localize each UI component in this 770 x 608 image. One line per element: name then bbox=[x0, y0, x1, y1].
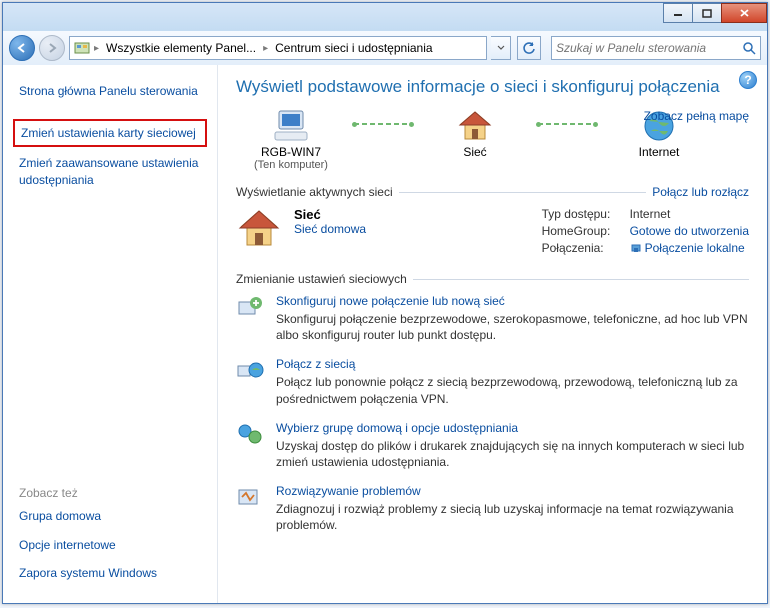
prop-homegroup-label: HomeGroup: bbox=[542, 224, 622, 238]
connect-network-icon bbox=[236, 357, 264, 406]
task-troubleshoot: Rozwiązywanie problemów Zdiagnozuj i roz… bbox=[236, 484, 749, 533]
map-network[interactable]: Sieć bbox=[420, 109, 530, 159]
nav-forward-button[interactable] bbox=[39, 35, 65, 61]
computer-icon bbox=[271, 109, 311, 143]
chevron-down-icon bbox=[497, 45, 505, 51]
task-link[interactable]: Wybierz grupę domową i opcje udostępnian… bbox=[276, 421, 749, 435]
troubleshoot-icon bbox=[236, 484, 264, 533]
prop-homegroup-link[interactable]: Gotowe do utworzenia bbox=[630, 224, 749, 238]
homegroup-icon bbox=[236, 421, 264, 470]
ethernet-icon bbox=[630, 242, 642, 254]
map-pc-sublabel: (Ten komputer) bbox=[254, 159, 328, 171]
sidebar-home-link[interactable]: Strona główna Panelu sterowania bbox=[13, 79, 207, 103]
close-button[interactable] bbox=[721, 3, 767, 23]
active-network-row: Sieć Sieć domowa Typ dostępu: Internet Ho… bbox=[236, 207, 749, 258]
map-internet-label: Internet bbox=[639, 145, 680, 159]
maximize-button[interactable] bbox=[692, 3, 722, 23]
sidebar: Strona główna Panelu sterowania Zmień us… bbox=[3, 65, 218, 603]
see-also-windows-firewall[interactable]: Zapora systemu Windows bbox=[13, 561, 207, 585]
chevron-right-icon: ▸ bbox=[94, 43, 99, 54]
network-type-link[interactable]: Sieć domowa bbox=[294, 222, 366, 236]
task-desc: Uzyskaj dostęp do plików i drukarek znaj… bbox=[276, 438, 749, 470]
connect-disconnect-link[interactable]: Połącz lub rozłącz bbox=[652, 185, 749, 199]
see-also-section: Zobacz też Grupa domowa Opcje internetow… bbox=[13, 482, 207, 589]
task-link[interactable]: Rozwiązywanie problemów bbox=[276, 484, 749, 498]
search-box[interactable] bbox=[551, 36, 761, 60]
map-connection-line bbox=[354, 109, 412, 139]
active-networks-heading: Wyświetlanie aktywnych sieci bbox=[236, 185, 393, 199]
task-link[interactable]: Skonfiguruj nowe połączenie lub nową sie… bbox=[276, 294, 749, 308]
house-icon bbox=[457, 109, 493, 143]
chevron-right-icon: ▸ bbox=[263, 43, 268, 54]
map-network-label: Sieć bbox=[463, 145, 486, 159]
sidebar-link-adapter-settings[interactable]: Zmień ustawienia karty sieciowej bbox=[13, 119, 207, 147]
change-settings-heading: Zmienianie ustawień sieciowych bbox=[236, 272, 407, 286]
refresh-button[interactable] bbox=[517, 36, 541, 60]
view-full-map-link[interactable]: Zobacz pełną mapę bbox=[644, 109, 749, 123]
map-connection-line bbox=[538, 109, 596, 139]
task-desc: Skonfiguruj połączenie bezprzewodowe, sz… bbox=[276, 311, 749, 343]
task-desc: Połącz lub ponownie połącz z siecią bezp… bbox=[276, 374, 749, 406]
prop-access-type-label: Typ dostępu: bbox=[542, 207, 622, 221]
refresh-icon bbox=[522, 41, 536, 55]
see-also-homegroup[interactable]: Grupa domowa bbox=[13, 504, 207, 528]
prop-access-type-value: Internet bbox=[630, 207, 671, 221]
sidebar-link-sharing-settings[interactable]: Zmień zaawansowane ustawienia udostępnia… bbox=[13, 151, 207, 191]
breadcrumb-leaf[interactable]: Centrum sieci i udostępniania bbox=[272, 41, 435, 55]
task-homegroup-sharing: Wybierz grupę domową i opcje udostępnian… bbox=[236, 421, 749, 470]
new-connection-icon bbox=[236, 294, 264, 343]
address-dropdown-button[interactable] bbox=[491, 36, 511, 60]
help-icon[interactable]: ? bbox=[739, 71, 757, 89]
map-pc-label: RGB-WIN7 bbox=[261, 145, 321, 159]
network-name: Sieć bbox=[294, 207, 321, 222]
nav-back-button[interactable] bbox=[9, 35, 35, 61]
see-also-internet-options[interactable]: Opcje internetowe bbox=[13, 533, 207, 557]
search-input[interactable] bbox=[556, 41, 742, 55]
control-panel-icon bbox=[74, 40, 90, 56]
minimize-button[interactable] bbox=[663, 3, 693, 23]
titlebar bbox=[3, 3, 767, 31]
page-title: Wyświetl podstawowe informacje o sieci i… bbox=[236, 77, 749, 97]
network-properties: Typ dostępu: Internet HomeGroup: Gotowe do… bbox=[542, 207, 749, 258]
network-map: Zobacz pełną mapę RGB-WIN7 (Ten komputer… bbox=[236, 109, 749, 171]
control-panel-window: ▸ Wszystkie elementy Panel... ▸ Centrum … bbox=[2, 2, 768, 604]
breadcrumb-root[interactable]: Wszystkie elementy Panel... bbox=[103, 41, 259, 55]
map-this-pc[interactable]: RGB-WIN7 (Ten komputer) bbox=[236, 109, 346, 171]
main-content: ? Wyświetl podstawowe informacje o sieci… bbox=[218, 65, 767, 603]
task-connect-network: Połącz z siecią Połącz lub ponownie połą… bbox=[236, 357, 749, 406]
search-icon[interactable] bbox=[742, 41, 756, 55]
prop-connection-link[interactable]: Połączenie lokalne bbox=[630, 241, 745, 255]
address-bar[interactable]: ▸ Wszystkie elementy Panel... ▸ Centrum … bbox=[69, 36, 487, 60]
see-also-heading: Zobacz też bbox=[13, 482, 207, 504]
task-new-connection: Skonfiguruj nowe połączenie lub nową sie… bbox=[236, 294, 749, 343]
task-link[interactable]: Połącz z siecią bbox=[276, 357, 749, 371]
task-desc: Zdiagnozuj i rozwiąż problemy z siecią l… bbox=[276, 501, 749, 533]
navigation-bar: ▸ Wszystkie elementy Panel... ▸ Centrum … bbox=[3, 31, 767, 65]
prop-connections-label: Połączenia: bbox=[542, 241, 622, 255]
house-icon bbox=[236, 207, 282, 249]
